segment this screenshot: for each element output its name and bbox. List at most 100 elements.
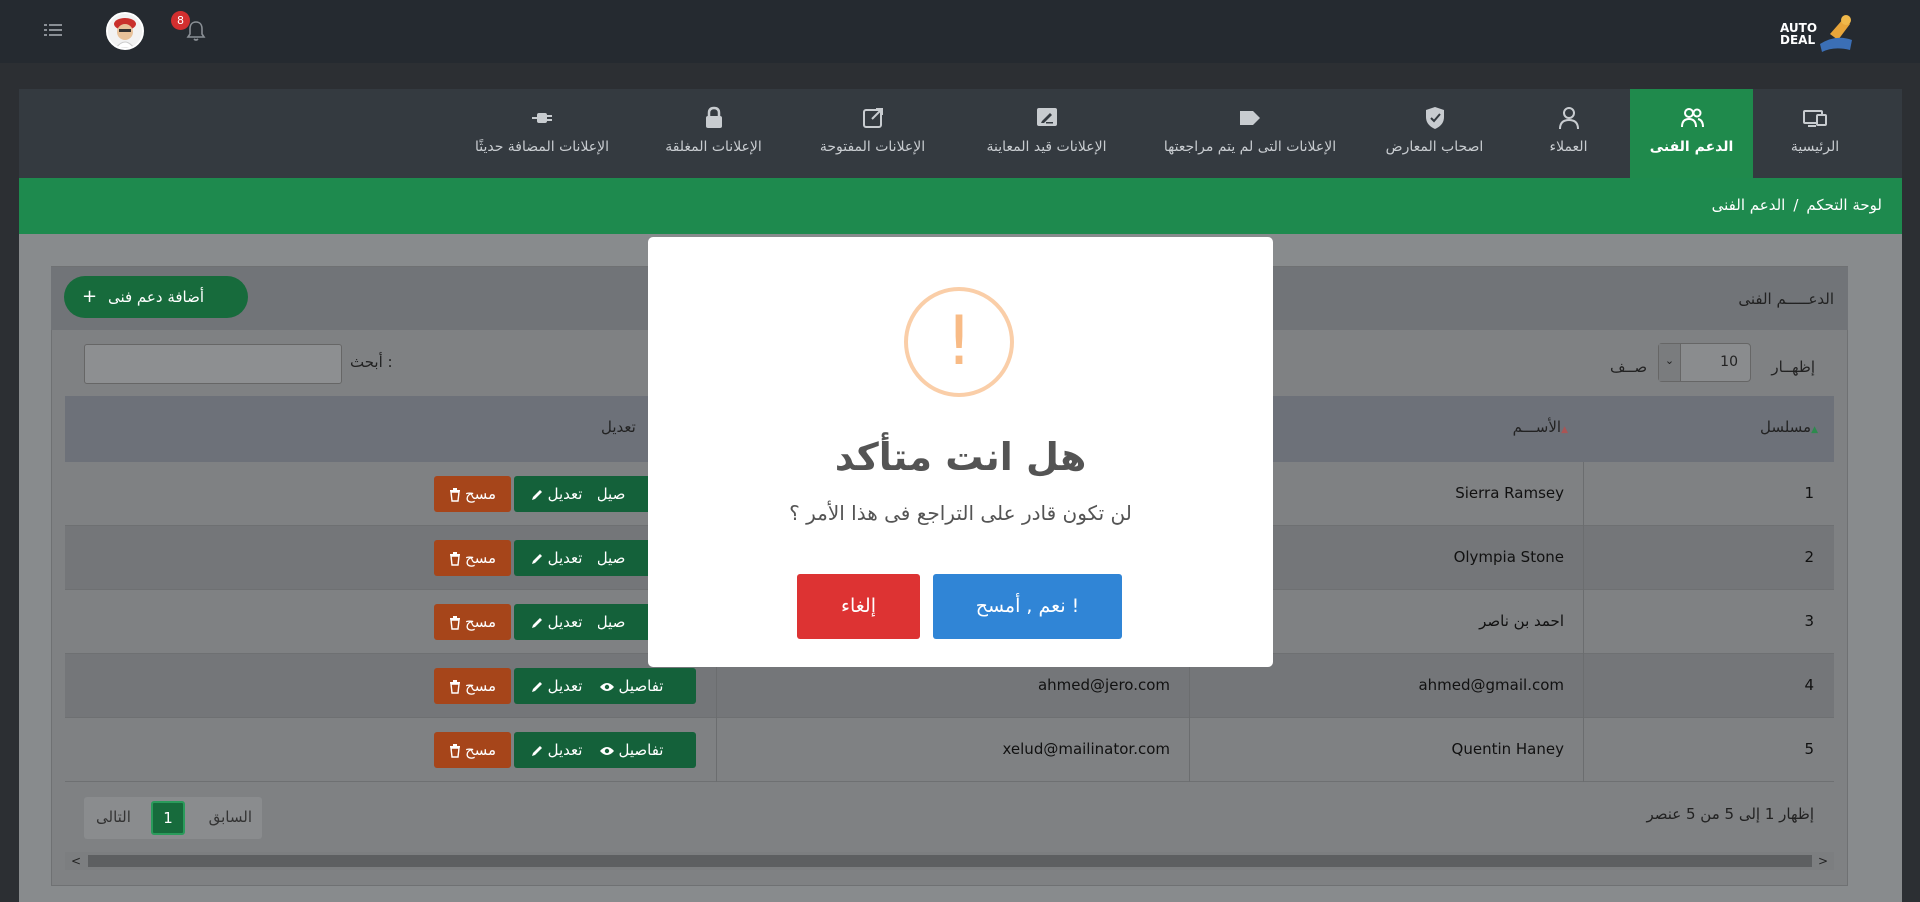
scroll-left-icon[interactable]: < — [71, 852, 81, 870]
table-info: إظهار 1 إلى 5 من 5 عنصر — [1646, 805, 1814, 823]
edit-button[interactable]: تعديل — [514, 668, 598, 704]
delete-button[interactable]: مسح — [434, 476, 511, 512]
pencil-icon — [531, 745, 542, 756]
cell-serial: 3 — [1804, 612, 1814, 630]
column-serial-label: مسلسل — [1759, 418, 1812, 436]
user-avatar[interactable] — [106, 12, 144, 50]
details-label: صيل — [596, 549, 626, 567]
column-divider — [1583, 590, 1584, 654]
details-label: صيل — [596, 485, 626, 503]
nav-item-closed-ads[interactable]: الإعلانات المغلقة — [637, 89, 790, 178]
cell-serial: 4 — [1804, 676, 1814, 694]
dialog-title: هل انت متأكد — [834, 435, 1087, 479]
delete-button[interactable]: مسح — [434, 540, 511, 576]
trash-icon — [449, 679, 460, 694]
breadcrumb-home[interactable]: لوحة التحكم — [1806, 196, 1882, 214]
column-divider — [1189, 718, 1190, 782]
column-edit: تعديل — [601, 418, 636, 436]
scrollbar-thumb[interactable] — [88, 855, 1812, 867]
delete-label: مسح — [464, 613, 497, 631]
pencil-icon — [531, 681, 542, 692]
nav-item-inspection-ads[interactable]: الإعلانات قيد المعاينة — [955, 89, 1138, 178]
nav-item-new-ads[interactable]: الإعلانات المضافة حديثًا — [447, 89, 637, 178]
plug-icon — [529, 105, 555, 131]
nav-item-customers[interactable]: العملاء — [1507, 89, 1630, 178]
nav-label-home: الرئيسية — [1790, 139, 1840, 155]
edit-square-icon — [1034, 105, 1060, 131]
pencil-icon — [531, 489, 542, 500]
column-name-label: الأســـم — [1512, 418, 1562, 436]
search-input[interactable] — [84, 344, 342, 384]
cell-name: ahmed@gmail.com — [1418, 676, 1564, 694]
edit-label: تعديل — [547, 549, 583, 567]
table-row: 5 Quentin Haney xelud@mailinator.com تفا… — [65, 718, 1834, 782]
trash-icon — [449, 551, 460, 566]
cell-serial: 5 — [1804, 740, 1814, 758]
nav-label-closed-ads: الإعلانات المغلقة — [665, 139, 762, 155]
dashboard-icon — [1802, 105, 1828, 131]
delete-button[interactable]: مسح — [434, 668, 511, 704]
edit-button[interactable]: تعديل — [514, 476, 598, 512]
cancel-button[interactable]: إلغاء — [797, 574, 920, 639]
confirm-dialog: ! هل انت متأكد لن تكون قادر على التراجع … — [648, 237, 1273, 667]
nav-item-unreviewed-ads[interactable]: الإعلانات التى لم يتم مراجعتها — [1138, 89, 1362, 178]
scroll-right-icon[interactable]: > — [1818, 852, 1828, 870]
cell-name: Quentin Haney — [1451, 740, 1564, 758]
nav-item-home[interactable]: الرئيسية — [1753, 89, 1877, 178]
edit-label: تعديل — [547, 485, 583, 503]
edit-label: تعديل — [547, 741, 583, 759]
users-icon — [1679, 105, 1705, 131]
auto-deal-logo[interactable]: AUTO DEAL — [1780, 10, 1860, 54]
cell-serial: 2 — [1804, 548, 1814, 566]
confirm-delete-button[interactable]: نعم , أمسح ! — [933, 574, 1122, 639]
warning-icon-glyph: ! — [945, 302, 973, 381]
cell-email: ahmed@jero.com — [1037, 676, 1170, 694]
show-entries-label: إظهــار — [1771, 358, 1815, 376]
add-support-button[interactable]: أضافة دعم فنى + — [64, 276, 248, 318]
column-name[interactable]: الأســـم▲ — [1513, 418, 1574, 436]
nav-label-inspection-ads: الإعلانات قيد المعاينة — [986, 139, 1107, 155]
horizontal-scrollbar[interactable]: < > — [65, 852, 1834, 870]
edit-button[interactable]: تعديل — [514, 732, 598, 768]
details-label: تفاصيل — [618, 741, 664, 759]
nav-label-new-ads: الإعلانات المضافة حديثًا — [474, 139, 610, 155]
top-header: 8 AUTO DEAL — [0, 0, 1920, 63]
card-title: الدعـــــم الفنى — [1738, 290, 1834, 308]
page-length-select[interactable]: 10 ⌄ — [1658, 343, 1751, 382]
delete-button[interactable]: مسح — [434, 732, 511, 768]
edit-button[interactable]: تعديل — [514, 604, 598, 640]
breadcrumb-separator: / — [1793, 196, 1799, 214]
eye-icon — [599, 682, 614, 691]
rows-label: صــف — [1610, 358, 1648, 376]
cell-name: احمد بن ناصر — [1479, 612, 1564, 630]
nav-item-support[interactable]: الدعم الفنى — [1630, 89, 1753, 178]
column-divider — [1583, 718, 1584, 782]
delete-button[interactable]: مسح — [434, 604, 511, 640]
pagination-next[interactable]: التالى — [96, 808, 131, 826]
pagination-current[interactable]: 1 — [151, 801, 185, 835]
details-label: تفاصيل — [618, 677, 664, 695]
edit-label: تعديل — [547, 613, 583, 631]
edit-button[interactable]: تعديل — [514, 540, 598, 576]
tag-icon — [1237, 105, 1263, 131]
delete-label: مسح — [464, 741, 497, 759]
cell-serial: 1 — [1804, 484, 1814, 502]
pagination-previous[interactable]: السابق — [209, 808, 252, 826]
nav-item-showroom-owners[interactable]: اصحاب المعارض — [1362, 89, 1507, 178]
delete-label: مسح — [464, 485, 497, 503]
plus-icon: + — [82, 286, 98, 307]
logo-text: AUTO DEAL — [1780, 21, 1818, 47]
column-serial[interactable]: مسلسل▲ — [1760, 418, 1824, 436]
list-icon[interactable] — [44, 22, 62, 38]
edit-label: تعديل — [547, 677, 583, 695]
nav-label-support: الدعم الفنى — [1649, 139, 1734, 155]
breadcrumb-current: الدعم الفنى — [1711, 196, 1786, 214]
nav-label-customers: العملاء — [1549, 139, 1588, 155]
delete-label: مسح — [464, 677, 497, 695]
external-link-icon — [860, 105, 886, 131]
user-icon — [1556, 105, 1582, 131]
nav-item-open-ads[interactable]: الإعلانات المفتوحة — [790, 89, 955, 178]
column-divider — [1583, 526, 1584, 590]
chevron-down-icon: ⌄ — [1659, 344, 1681, 381]
notification-badge: 8 — [171, 11, 190, 30]
